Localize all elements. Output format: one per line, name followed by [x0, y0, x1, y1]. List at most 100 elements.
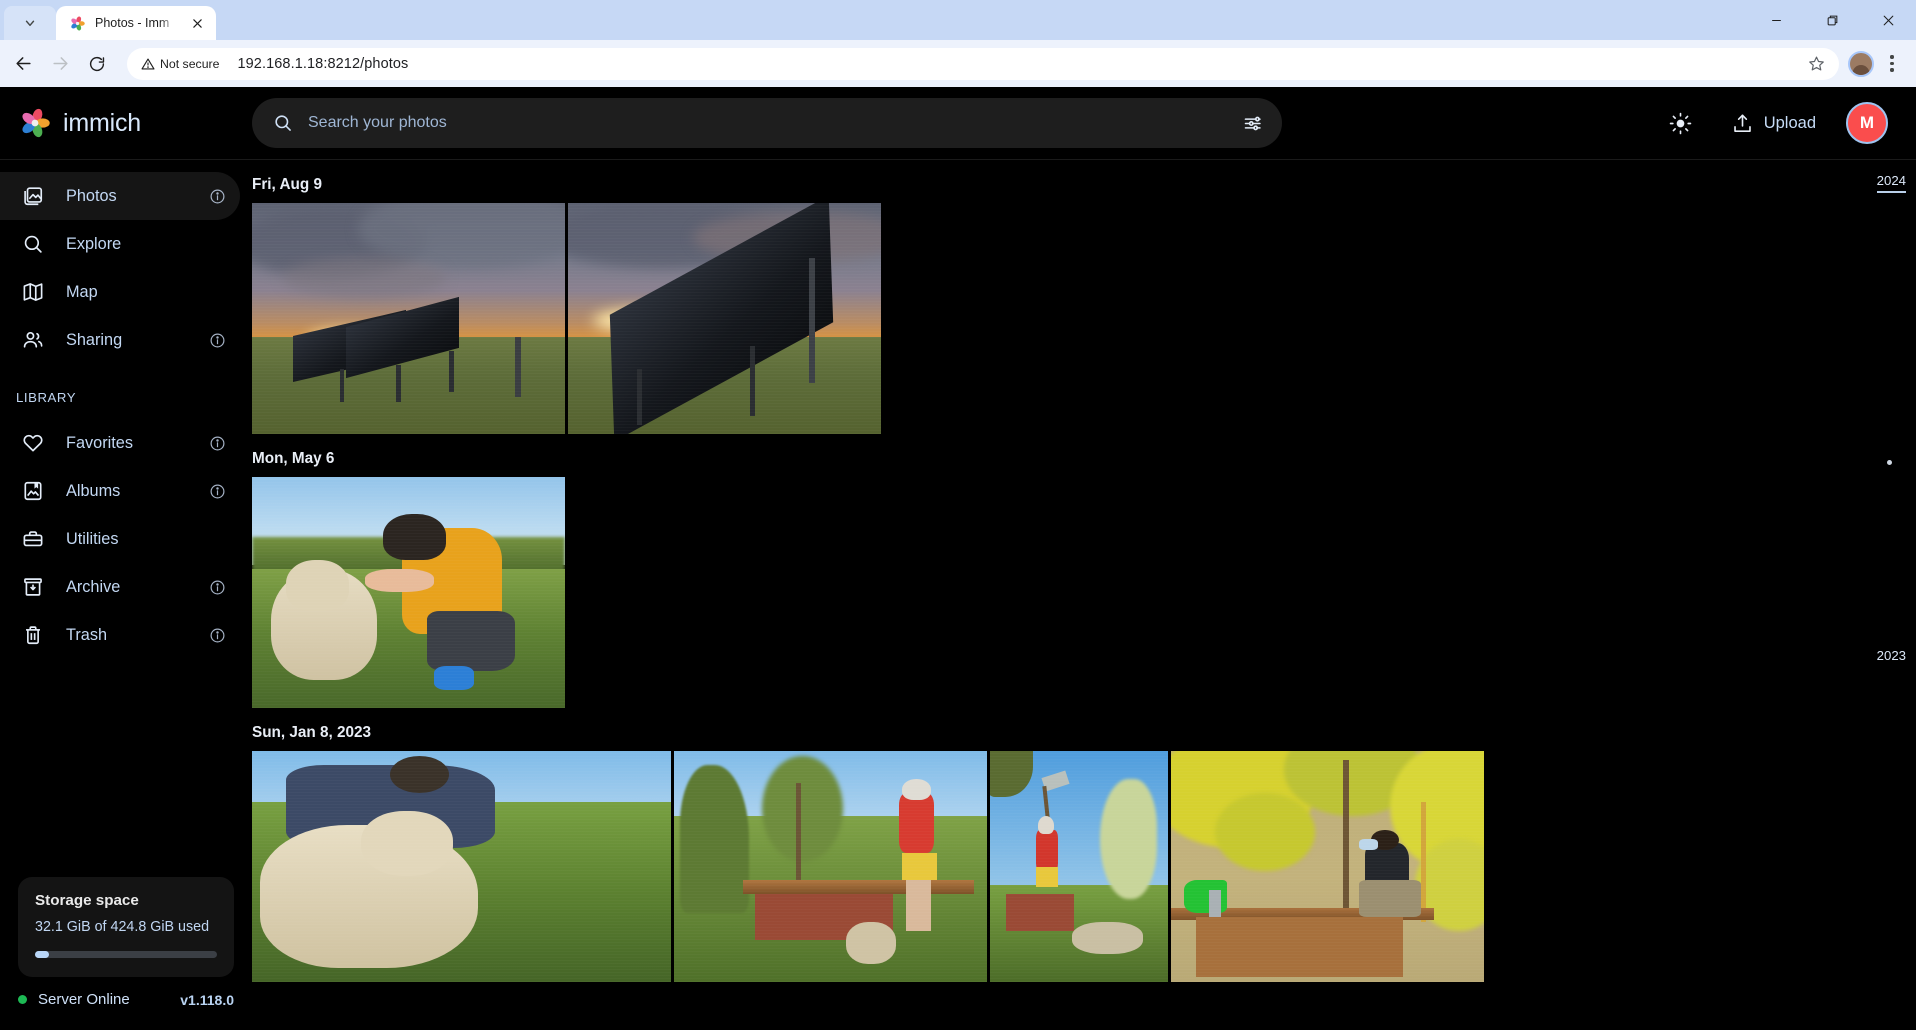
forward-button[interactable] — [43, 47, 77, 81]
bookmark-star-icon[interactable] — [1801, 49, 1831, 79]
sidebar-label: Explore — [66, 234, 122, 253]
photo-thumbnail[interactable] — [252, 203, 565, 434]
chrome-menu-button[interactable] — [1878, 49, 1906, 79]
day-label: Sun, Jan 8, 2023 — [252, 724, 372, 741]
app-header: immich Search your photos Upload M — [0, 87, 1916, 160]
photo-row — [252, 751, 1916, 982]
search-icon — [275, 115, 291, 131]
sidebar-label: Trash — [66, 625, 108, 644]
sidebar-item-favorites[interactable]: Favorites — [0, 419, 240, 467]
info-icon[interactable] — [209, 188, 226, 205]
chrome-profile-avatar[interactable] — [1848, 50, 1874, 77]
address-bar[interactable]: Not secure 192.168.1.18:8212/photos — [127, 47, 1839, 80]
sidebar-item-utilities[interactable]: Utilities — [0, 515, 240, 563]
warning-triangle-icon — [141, 57, 155, 70]
info-icon[interactable] — [209, 435, 226, 452]
sidebar-item-trash[interactable]: Trash — [0, 611, 240, 659]
year-label: 2023 — [1876, 648, 1906, 663]
photo-solar-panels-sunset-wide — [252, 203, 565, 434]
photo-boy-in-red-shirt-on-bench-with-dog — [674, 751, 987, 982]
photo-thumbnail[interactable] — [568, 203, 881, 434]
close-icon[interactable] — [189, 15, 206, 32]
storage-progress-track — [35, 951, 217, 958]
sidebar-item-explore[interactable]: Explore — [0, 220, 240, 268]
sidebar-label: Archive — [66, 577, 121, 596]
trash-icon — [22, 624, 44, 646]
sun-icon — [1669, 112, 1692, 134]
app-body: Photos Explore Map Sharing LIBRARY Favor… — [0, 160, 1916, 1030]
browser-tab[interactable]: Photos - Imm — [56, 6, 216, 40]
albums-icon — [22, 480, 44, 502]
day-label: Mon, May 6 — [252, 450, 335, 467]
photo-thumbnail[interactable] — [990, 751, 1168, 982]
server-version: v1.118.0 — [180, 991, 234, 1008]
sidebar-library-nav: Favorites Albums Utilities Archive Trash — [0, 419, 252, 659]
day-group: Fri, Aug 9 — [252, 160, 1916, 434]
sidebar-item-photos[interactable]: Photos — [0, 172, 240, 220]
minimize-icon — [1771, 19, 1781, 21]
timeline-scrollbar[interactable]: 2024 2023 — [1870, 160, 1916, 1030]
minimize-button[interactable] — [1748, 0, 1804, 40]
server-status: Server Online v1.118.0 — [0, 991, 252, 1030]
close-icon — [1883, 15, 1893, 25]
photo-man-drinking-water-under-yellow-tree — [1171, 751, 1484, 982]
sidebar-section-library: LIBRARY — [16, 390, 77, 405]
sidebar-label: Utilities — [66, 529, 119, 548]
close-window-button[interactable] — [1860, 0, 1916, 40]
archive-icon — [22, 576, 44, 598]
sidebar-item-sharing[interactable]: Sharing — [0, 316, 240, 364]
sidebar-label: Sharing — [66, 330, 123, 349]
maximize-icon — [1827, 15, 1837, 25]
server-status-label: Server Online — [38, 991, 130, 1008]
scroll-position-dot — [1887, 460, 1892, 465]
sidebar-item-map[interactable]: Map — [0, 268, 240, 316]
photo-boy-drinking-on-bench-sunny — [990, 751, 1168, 982]
info-icon[interactable] — [209, 332, 226, 349]
photo-man-petting-sheepdog-in-field — [252, 477, 565, 708]
status-dot-icon — [18, 995, 27, 1004]
explore-icon — [22, 233, 44, 255]
photo-thumbnail[interactable] — [674, 751, 987, 982]
year-marker[interactable]: 2023 — [1877, 648, 1906, 663]
window-controls — [1748, 0, 1916, 40]
user-avatar[interactable]: M — [1846, 102, 1888, 144]
year-label: 2024 — [1876, 173, 1906, 188]
year-underline — [1876, 191, 1906, 193]
year-marker[interactable]: 2024 — [1876, 173, 1906, 193]
back-button[interactable] — [6, 47, 40, 81]
arrow-right-icon — [52, 57, 68, 70]
day-group: Mon, May 6 — [252, 434, 1916, 708]
sidebar-item-archive[interactable]: Archive — [0, 563, 240, 611]
upload-button[interactable]: Upload — [1723, 106, 1824, 141]
url-text: 192.168.1.18:8212/photos — [237, 55, 409, 72]
app-logo[interactable]: immich — [0, 106, 252, 140]
security-label: Not secure — [160, 56, 220, 71]
immich-app: immich Search your photos Upload M Photo… — [0, 87, 1916, 1030]
tab-search-button[interactable] — [4, 6, 56, 40]
sidebar-item-albums[interactable]: Albums — [0, 467, 240, 515]
info-icon[interactable] — [209, 579, 226, 596]
sidebar-primary-nav: Photos Explore Map Sharing — [0, 172, 252, 364]
maximize-button[interactable] — [1804, 0, 1860, 40]
photo-timeline[interactable]: Fri, Aug 9 Mon, May 6 Sun, Jan 8, 2023 2… — [252, 160, 1916, 1030]
photo-thumbnail[interactable] — [252, 477, 565, 708]
map-icon — [22, 281, 44, 303]
browser-toolbar: Not secure 192.168.1.18:8212/photos — [0, 40, 1916, 87]
search-area — [252, 98, 1282, 148]
search-bar[interactable] — [252, 98, 1282, 148]
sidebar-label: Map — [66, 282, 98, 301]
photo-thumbnail[interactable] — [1171, 751, 1484, 982]
filter-tune-icon[interactable] — [1242, 113, 1263, 134]
search-input[interactable] — [308, 114, 1227, 132]
info-icon[interactable] — [209, 627, 226, 644]
brand-name: immich — [63, 108, 141, 137]
reload-icon — [89, 56, 105, 71]
storage-space-card: Storage space 32.1 GiB of 424.8 GiB used — [18, 877, 234, 977]
photo-solar-panels-sunset-close — [568, 203, 881, 434]
security-indicator[interactable]: Not secure — [137, 54, 228, 74]
theme-toggle-button[interactable] — [1661, 103, 1701, 143]
upload-label: Upload — [1763, 113, 1816, 132]
reload-button[interactable] — [80, 47, 114, 81]
info-icon[interactable] — [209, 483, 226, 500]
photo-thumbnail[interactable] — [252, 751, 671, 982]
